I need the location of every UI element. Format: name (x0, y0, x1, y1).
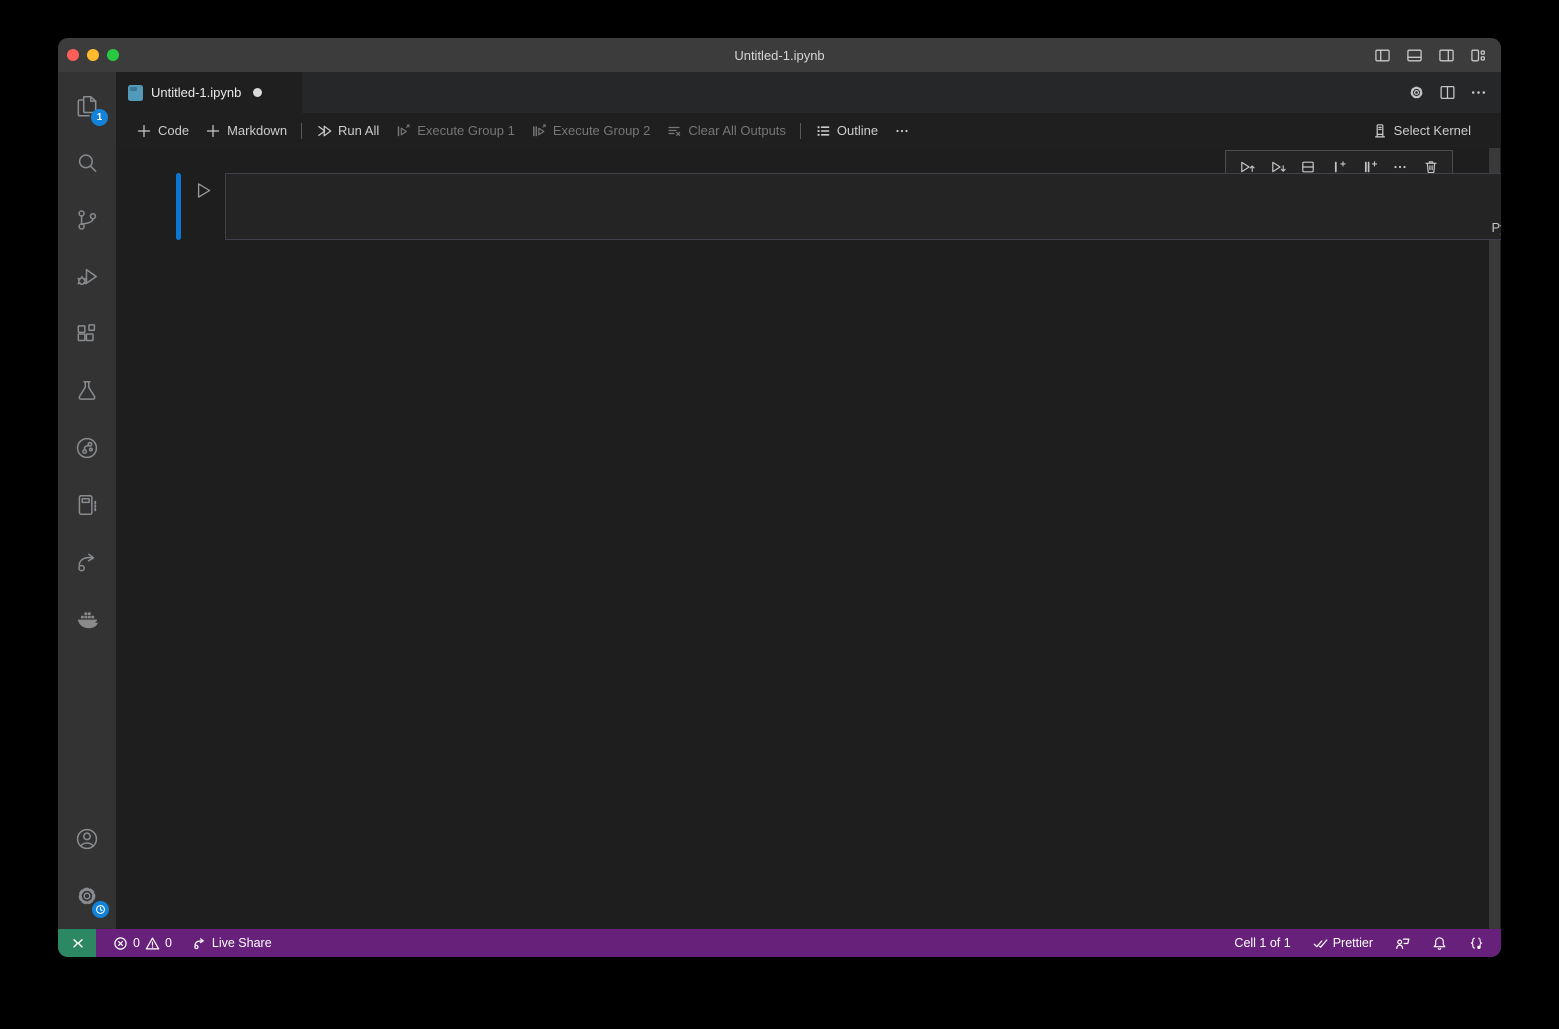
add-markdown-cell-button[interactable]: Markdown (197, 120, 295, 142)
error-icon (113, 936, 128, 951)
tab-bar: Untitled-1.ipynb (116, 72, 1501, 113)
window-title: Untitled-1.ipynb (58, 48, 1501, 63)
toolbar-more-icon[interactable] (886, 120, 918, 142)
close-window-button[interactable] (67, 49, 79, 61)
minimize-window-button[interactable] (87, 49, 99, 61)
settings-update-badge-clock-icon (92, 901, 109, 918)
activity-bar: 1 (58, 72, 116, 929)
settings-gear-icon[interactable] (63, 872, 111, 920)
clear-all-outputs-button[interactable]: Clear All Outputs (658, 120, 794, 142)
explorer-icon[interactable]: 1 (63, 82, 111, 130)
run-cell-button[interactable] (194, 181, 213, 200)
warning-count: 0 (165, 936, 172, 950)
search-icon[interactable] (63, 139, 111, 187)
traffic-lights (58, 49, 119, 61)
prettier-status[interactable]: Prettier (1306, 929, 1380, 957)
code-cell[interactable]: Python (225, 173, 1501, 240)
run-all-button[interactable]: Run All (308, 120, 387, 142)
vertical-scrollbar[interactable] (1489, 148, 1500, 929)
more-actions-icon[interactable] (1470, 84, 1487, 101)
live-share-icon[interactable] (63, 538, 111, 586)
add-code-cell-button[interactable]: Code (128, 120, 197, 142)
titlebar: Untitled-1.ipynb (58, 38, 1501, 72)
feedback-icon[interactable] (1388, 929, 1417, 957)
live-share-icon (192, 936, 207, 951)
warning-icon (145, 936, 160, 951)
notebook-editor: Python (116, 148, 1501, 929)
live-share-status[interactable]: Live Share (185, 929, 279, 957)
problems-indicator[interactable]: 0 0 (106, 929, 179, 957)
execute-group-1-button[interactable]: Execute Group 1 (387, 120, 523, 142)
toggle-primary-sidebar-icon[interactable] (1374, 47, 1391, 64)
toggle-panel-icon[interactable] (1406, 47, 1423, 64)
accounts-icon[interactable] (63, 815, 111, 863)
testing-icon[interactable] (63, 367, 111, 415)
notifications-bell-icon[interactable] (1425, 929, 1454, 957)
cell-focus-bar (176, 173, 181, 240)
tab-label: Untitled-1.ipynb (151, 85, 241, 100)
braces-dot-icon[interactable] (1462, 929, 1491, 957)
zoom-window-button[interactable] (107, 49, 119, 61)
cell-language-picker[interactable]: Python (1492, 220, 1501, 235)
toolbar-separator (800, 123, 801, 139)
split-editor-icon[interactable] (1439, 84, 1456, 101)
notebook-toolbar: Code Markdown Run All Execute Group 1 (116, 113, 1501, 148)
jupyter-notebook-icon[interactable] (63, 481, 111, 529)
check-all-icon (1313, 936, 1328, 951)
source-control-icon[interactable] (63, 196, 111, 244)
unsaved-dot-icon[interactable] (253, 88, 262, 97)
notebook-file-icon (128, 85, 143, 101)
cell-position-indicator[interactable]: Cell 1 of 1 (1227, 929, 1297, 957)
notebook-settings-gear-icon[interactable] (1408, 84, 1425, 101)
docker-icon[interactable] (63, 595, 111, 643)
toggle-secondary-sidebar-icon[interactable] (1438, 47, 1455, 64)
commit-graph-icon[interactable] (63, 424, 111, 472)
execute-group-2-button[interactable]: Execute Group 2 (523, 120, 659, 142)
toolbar-separator (301, 123, 302, 139)
select-kernel-button[interactable]: Select Kernel (1364, 120, 1479, 142)
customize-layout-icon[interactable] (1470, 47, 1487, 64)
error-count: 0 (133, 936, 140, 950)
vscode-window: Untitled-1.ipynb 1 (58, 38, 1501, 957)
status-bar: 0 0 Live Share Cell 1 of 1 Prettier (58, 929, 1501, 957)
extensions-icon[interactable] (63, 310, 111, 358)
outline-button[interactable]: Outline (807, 120, 886, 142)
explorer-badge: 1 (91, 109, 108, 126)
remote-indicator[interactable] (58, 929, 96, 957)
tab-untitled-notebook[interactable]: Untitled-1.ipynb (116, 72, 302, 113)
run-and-debug-icon[interactable] (63, 253, 111, 301)
